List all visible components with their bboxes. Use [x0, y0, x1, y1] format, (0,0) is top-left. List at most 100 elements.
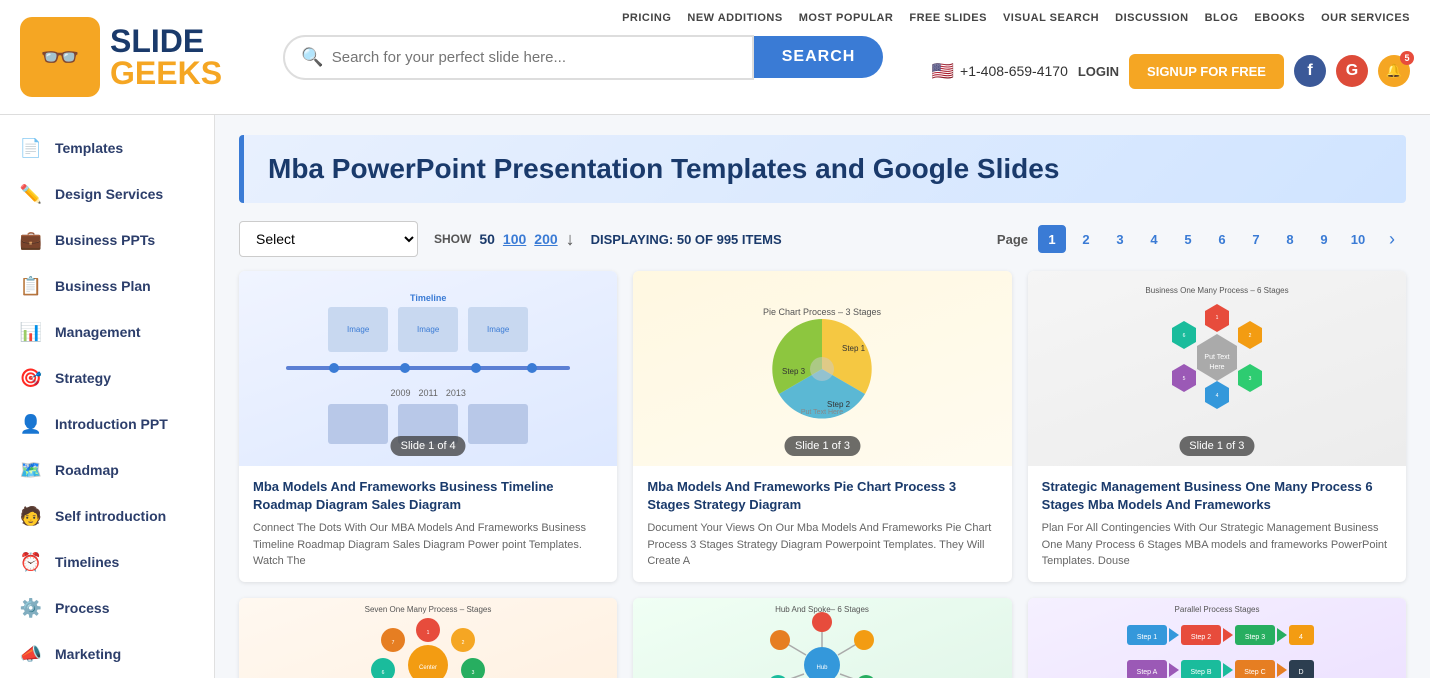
slide-card-2[interactable]: Pie Chart Process – 3 Stages Step 1 Step…	[633, 271, 1011, 582]
svg-text:7: 7	[392, 640, 395, 646]
top-right: 🇺🇸 +1-408-659-4170 LOGIN SIGNUP FOR FREE…	[932, 54, 1410, 89]
signup-button[interactable]: SIGNUP FOR FREE	[1129, 54, 1284, 89]
pricing-link[interactable]: PRICING	[622, 12, 671, 24]
svg-text:4: 4	[1215, 393, 1218, 399]
slide-title-2: Mba Models And Frameworks Pie Chart Proc…	[647, 478, 997, 514]
sort-select[interactable]: Select Sort by Newest Sort by Popular So…	[239, 221, 418, 257]
notification-badge: 5	[1400, 51, 1414, 65]
sidebar-label-business-ppts: Business PPTs	[55, 232, 155, 248]
page-7[interactable]: 7	[1242, 225, 1270, 253]
sort-arrow-icon[interactable]: ↓	[566, 229, 575, 250]
top-nav: SLIDE GEEKS PRICING NEW ADDITIONS MOST P…	[0, 0, 1430, 115]
svg-text:1: 1	[1215, 315, 1218, 321]
sidebar-item-introduction-ppt[interactable]: 👤 Introduction PPT	[0, 401, 214, 447]
pagination: Page 1 2 3 4 5 6 7 8 9 10 ›	[997, 225, 1406, 253]
slide-desc-1: Connect The Dots With Our MBA Models And…	[253, 520, 603, 570]
sidebar-label-marketing: Marketing	[55, 646, 121, 662]
google-icon[interactable]: G	[1336, 55, 1368, 87]
sidebar-label-templates: Templates	[55, 140, 123, 156]
sidebar: 📄 Templates ✏️ Design Services 💼 Busines…	[0, 115, 215, 678]
show-count-100[interactable]: 100	[503, 231, 526, 247]
search-area: 🔍 SEARCH	[283, 35, 883, 80]
sidebar-item-business-ppts[interactable]: 💼 Business PPTs	[0, 217, 214, 263]
show-count-200[interactable]: 200	[534, 231, 557, 247]
svg-text:Step 1: Step 1	[842, 344, 866, 353]
slide-card-1[interactable]: Timeline Image Image Image	[239, 271, 617, 582]
sidebar-label-introduction-ppt: Introduction PPT	[55, 416, 168, 432]
page-10[interactable]: 10	[1344, 225, 1372, 253]
templates-icon: 📄	[19, 136, 43, 160]
sidebar-item-self-introduction[interactable]: 🧑 Self introduction	[0, 493, 214, 539]
svg-text:Pie Chart Process – 3 Stages: Pie Chart Process – 3 Stages	[763, 307, 882, 317]
marketing-icon: 📣	[19, 642, 43, 666]
svg-text:3: 3	[1248, 376, 1251, 382]
page-9[interactable]: 9	[1310, 225, 1338, 253]
page-1[interactable]: 1	[1038, 225, 1066, 253]
slide-thumbnail-3: Business One Many Process – 6 Stages Put…	[1028, 271, 1406, 466]
sidebar-item-marketing[interactable]: 📣 Marketing	[0, 631, 214, 677]
introduction-ppt-icon: 👤	[19, 412, 43, 436]
login-button[interactable]: LOGIN	[1078, 64, 1119, 79]
sidebar-item-templates[interactable]: 📄 Templates	[0, 125, 214, 171]
sidebar-item-management[interactable]: 📊 Management	[0, 309, 214, 355]
self-introduction-icon: 🧑	[19, 504, 43, 528]
svg-text:Step 3: Step 3	[782, 367, 806, 376]
visual-search-link[interactable]: VISUAL SEARCH	[1003, 12, 1099, 24]
svg-text:Step C: Step C	[1244, 669, 1265, 676]
our-services-link[interactable]: OUR SERVICES	[1321, 12, 1410, 24]
search-input[interactable]	[332, 49, 736, 66]
most-popular-link[interactable]: MOST POPULAR	[799, 12, 894, 24]
page-8[interactable]: 8	[1276, 225, 1304, 253]
slide-card-5[interactable]: Hub And Spoke– 6 Stages Hub	[633, 598, 1011, 678]
slide-title-3: Strategic Management Business One Many P…	[1042, 478, 1392, 514]
new-additions-link[interactable]: NEW ADDITIONS	[687, 12, 782, 24]
slide-badge-1: Slide 1 of 4	[391, 436, 466, 456]
search-button[interactable]: SEARCH	[754, 36, 884, 78]
svg-text:2: 2	[462, 640, 465, 646]
page-5[interactable]: 5	[1174, 225, 1202, 253]
slide-thumbnail-5: Hub And Spoke– 6 Stages Hub	[633, 598, 1011, 678]
page-3[interactable]: 3	[1106, 225, 1134, 253]
slide-thumbnail-2: Pie Chart Process – 3 Stages Step 1 Step…	[633, 271, 1011, 466]
phone-number: +1-408-659-4170	[960, 63, 1068, 79]
slide-thumbnail-4: Seven One Many Process – Stages Center 1…	[239, 598, 617, 678]
sidebar-label-roadmap: Roadmap	[55, 462, 119, 478]
slide-desc-2: Document Your Views On Our Mba Models An…	[647, 520, 997, 570]
sidebar-item-design-services[interactable]: ✏️ Design Services	[0, 171, 214, 217]
discussion-link[interactable]: DISCUSSION	[1115, 12, 1188, 24]
slide-info-1: Mba Models And Frameworks Business Timel…	[239, 466, 617, 582]
sidebar-item-timelines[interactable]: ⏰ Timelines	[0, 539, 214, 585]
show-count-50[interactable]: 50	[479, 231, 495, 247]
page-2[interactable]: 2	[1072, 225, 1100, 253]
svg-text:Center: Center	[419, 665, 437, 671]
svg-text:Step 3: Step 3	[1245, 634, 1265, 641]
pie-chart-svg: Pie Chart Process – 3 Stages Step 1 Step…	[752, 299, 892, 439]
slide-card-3[interactable]: Business One Many Process – 6 Stages Put…	[1028, 271, 1406, 582]
notification-icon[interactable]: 🔔 5	[1378, 55, 1410, 87]
seven-visual: Seven One Many Process – Stages Center 1…	[239, 598, 617, 678]
sidebar-label-business-plan: Business Plan	[55, 278, 151, 294]
slide-info-2: Mba Models And Frameworks Pie Chart Proc…	[633, 466, 1011, 582]
slide-info-3: Strategic Management Business One Many P…	[1028, 466, 1406, 582]
page-6[interactable]: 6	[1208, 225, 1236, 253]
sidebar-item-process[interactable]: ⚙️ Process	[0, 585, 214, 631]
page-4[interactable]: 4	[1140, 225, 1168, 253]
sidebar-label-design-services: Design Services	[55, 186, 163, 202]
slide-card-6[interactable]: Parallel Process Stages Step 1 Step 2 St…	[1028, 598, 1406, 678]
facebook-icon[interactable]: f	[1294, 55, 1326, 87]
sidebar-item-strategy[interactable]: 🎯 Strategy	[0, 355, 214, 401]
sidebar-item-business-plan[interactable]: 📋 Business Plan	[0, 263, 214, 309]
roadmap-icon: 🗺️	[19, 458, 43, 482]
ebooks-link[interactable]: EBOOKS	[1254, 12, 1305, 24]
free-slides-link[interactable]: FREE SLIDES	[909, 12, 987, 24]
svg-text:Step 2: Step 2	[827, 400, 851, 409]
main-layout: 📄 Templates ✏️ Design Services 💼 Busines…	[0, 115, 1430, 678]
sidebar-item-roadmap[interactable]: 🗺️ Roadmap	[0, 447, 214, 493]
sidebar-label-self-introduction: Self introduction	[55, 508, 166, 524]
page-next-icon[interactable]: ›	[1378, 225, 1406, 253]
flag-icon: 🇺🇸	[932, 61, 954, 82]
blog-link[interactable]: BLOG	[1205, 12, 1239, 24]
timelines-icon: ⏰	[19, 550, 43, 574]
sidebar-label-timelines: Timelines	[55, 554, 119, 570]
slide-card-4[interactable]: Seven One Many Process – Stages Center 1…	[239, 598, 617, 678]
